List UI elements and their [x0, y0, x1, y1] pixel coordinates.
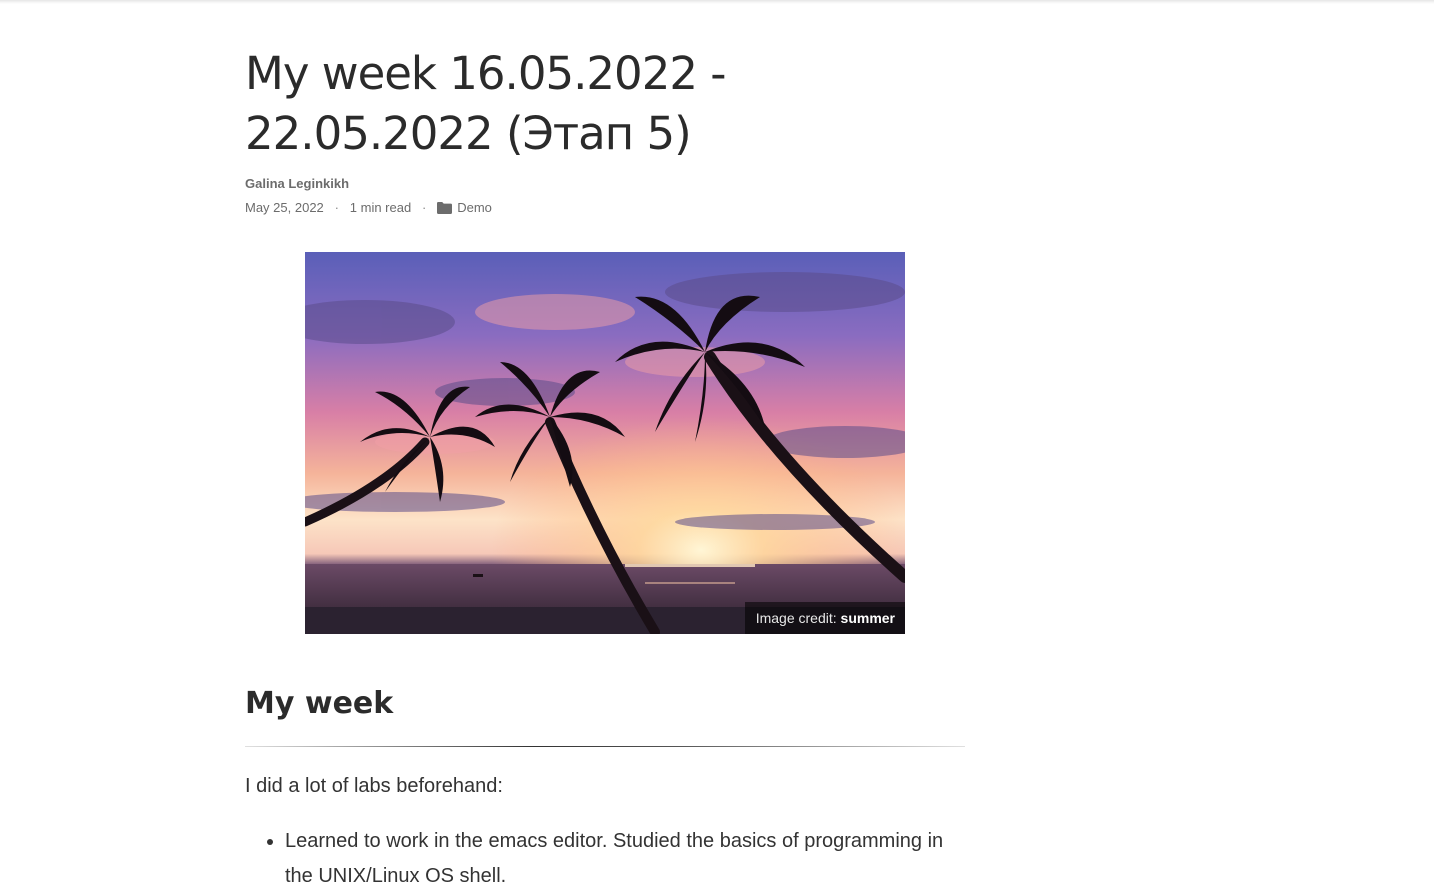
title-line-2: 22.05.2022 (Этап 5)	[245, 107, 692, 160]
image-credit-label: Image credit:	[755, 610, 837, 626]
list-item: Learned to work in the emacs editor. Stu…	[285, 824, 965, 890]
author-name[interactable]: Galina Leginkikh	[245, 176, 349, 192]
read-time: 1 min read	[349, 200, 412, 215]
heading-divider	[245, 746, 965, 747]
labs-list: Learned to work in the emacs editor. Stu…	[245, 824, 965, 890]
meta-separator: ·	[334, 200, 339, 215]
page-title: My week 16.05.2022 - 22.05.2022 (Этап 5)	[245, 44, 965, 164]
meta-separator: ·	[422, 200, 427, 215]
post-date: May 25, 2022	[245, 200, 324, 215]
category-link[interactable]: Demo	[457, 200, 492, 216]
folder-icon	[437, 202, 453, 214]
palm-sunset-image	[305, 252, 905, 634]
hero-image: Image credit: summer	[305, 252, 905, 634]
section-heading: My week	[245, 686, 394, 721]
top-bar-shadow	[0, 0, 1434, 4]
post-meta: May 25, 2022 · 1 min read · Demo	[245, 200, 492, 216]
title-line-1: My week 16.05.2022 -	[245, 47, 726, 100]
image-credit-link[interactable]: summer	[841, 610, 895, 626]
intro-paragraph: I did a lot of labs beforehand:	[245, 775, 503, 797]
image-credit: Image credit: summer	[744, 602, 905, 634]
